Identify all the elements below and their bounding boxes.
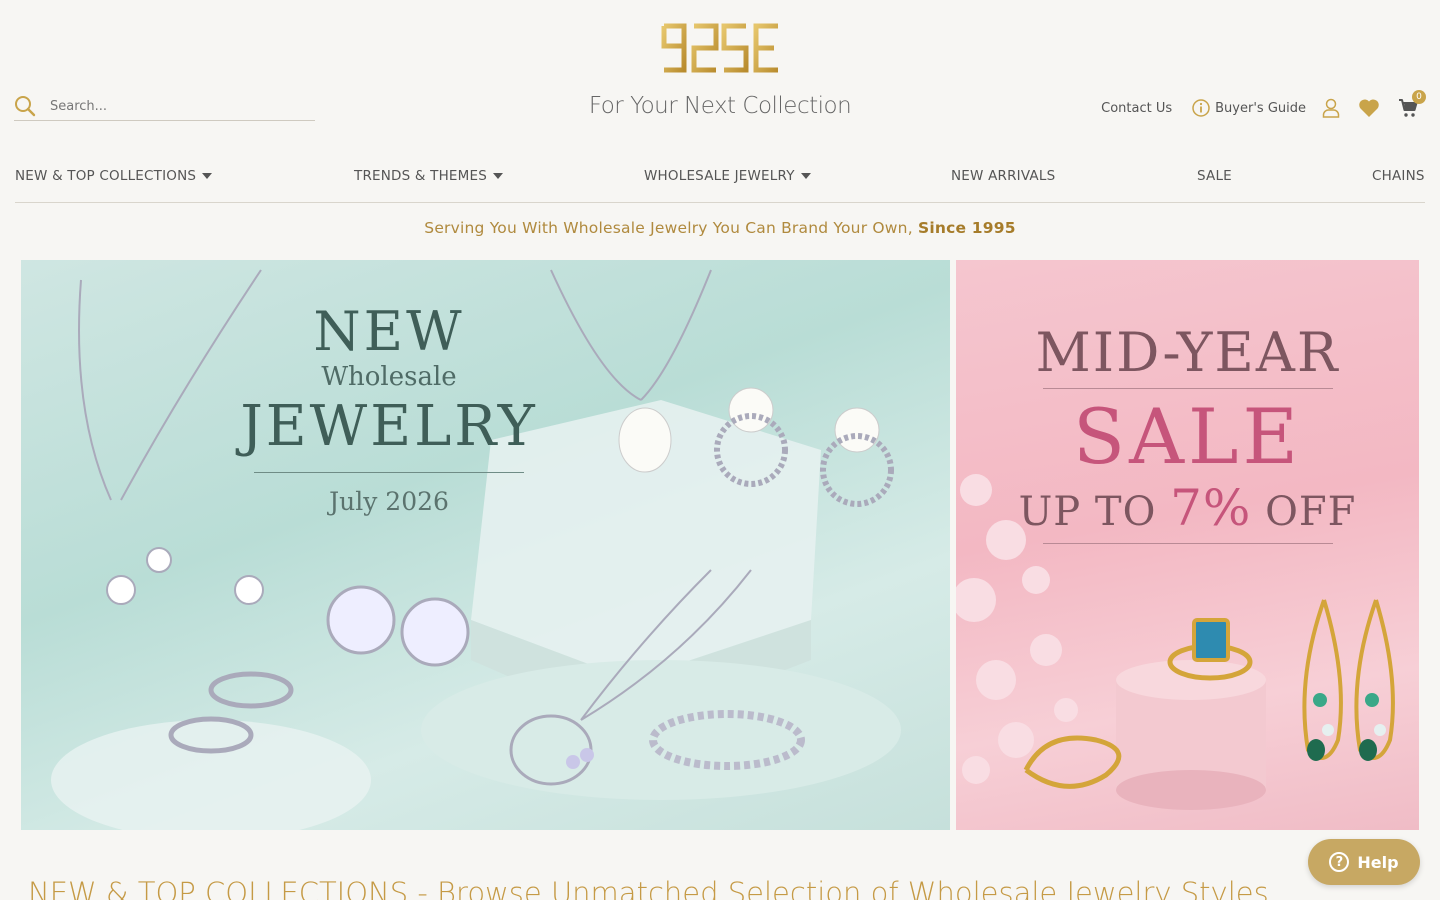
search-bar <box>14 92 315 121</box>
cart-count-badge: 0 <box>1412 90 1426 104</box>
nav-new-arrivals[interactable]: NEW ARRIVALS <box>951 168 1055 184</box>
mid-year-sale-banner[interactable]: MID-YEAR SALE UP TO 7% OFF <box>956 260 1419 830</box>
banner-right-line3: UP TO 7% OFF <box>956 479 1419 537</box>
banner-left-line3: JEWELRY <box>240 394 538 459</box>
banner-right-divider-bottom <box>1042 543 1333 544</box>
question-icon: ? <box>1329 852 1350 872</box>
nav-label: CHAINS <box>1372 168 1425 184</box>
banner-left-title: NEW Wholesale JEWELRY July 2026 <box>239 300 539 517</box>
tagline: For Your Next Collection <box>588 93 852 119</box>
buyers-guide-label: Buyer's Guide <box>1215 100 1306 116</box>
nav-wholesale-jewelry[interactable]: WHOLESALE JEWELRY <box>644 168 811 184</box>
contact-us-link[interactable]: Contact Us <box>1101 101 1172 116</box>
section-heading: NEW & TOP COLLECTIONS - Browse Unmatched… <box>28 876 1269 900</box>
cart-button[interactable]: 0 <box>1398 90 1426 118</box>
banner-right-suffix: OFF <box>1251 489 1357 535</box>
promo-line: Serving You With Wholesale Jewelry You C… <box>0 219 1440 237</box>
search-input[interactable] <box>50 98 290 114</box>
banner-left-date: July 2026 <box>329 487 449 516</box>
nav-label: NEW ARRIVALS <box>951 168 1056 184</box>
help-button[interactable]: ? Help <box>1308 839 1420 885</box>
banner-left-divider <box>254 472 524 473</box>
caret-down-icon <box>800 173 811 179</box>
banner-right-prefix: UP TO <box>1018 489 1171 535</box>
brand-logo[interactable] <box>658 18 782 78</box>
caret-down-icon <box>493 173 504 179</box>
caret-down-icon <box>202 173 213 179</box>
banner-left-line2: Wholesale <box>321 362 457 392</box>
wishlist-heart-icon[interactable] <box>1358 98 1380 118</box>
nav-sale[interactable]: SALE <box>1197 168 1232 184</box>
nav-label: TRENDS & THEMES <box>354 168 488 184</box>
banner-right-value: 7% <box>1170 479 1252 537</box>
nav-label: SALE <box>1197 168 1232 184</box>
promo-text: Serving You With Wholesale Jewelry You C… <box>424 219 918 237</box>
banner-right-line2: SALE <box>1073 392 1302 481</box>
nav-label: WHOLESALE JEWELRY <box>644 168 795 184</box>
account-icon[interactable] <box>1322 98 1340 118</box>
new-jewelry-banner[interactable]: NEW Wholesale JEWELRY July 2026 <box>21 260 950 830</box>
search-icon[interactable] <box>14 95 36 117</box>
banner-right-title: MID-YEAR SALE UP TO 7% OFF <box>956 322 1419 544</box>
banner-right-line1: MID-YEAR <box>1035 321 1340 384</box>
nav-chains[interactable]: CHAINS <box>1372 168 1425 184</box>
nav-trends-themes[interactable]: TRENDS & THEMES <box>354 168 504 184</box>
promo-emphasis: Since 1995 <box>917 219 1016 237</box>
banner-right-divider <box>1042 388 1333 389</box>
nav-new-top-collections[interactable]: NEW & TOP COLLECTIONS <box>15 168 213 184</box>
main-nav: NEW & TOP COLLECTIONS TRENDS & THEMES WH… <box>15 160 1425 203</box>
info-icon <box>1192 99 1210 117</box>
buyers-guide-link[interactable]: Buyer's Guide <box>1192 99 1306 117</box>
banner-left-line1: NEW <box>313 300 465 363</box>
utility-nav: Contact Us Buyer's Guide 0 <box>1101 90 1426 118</box>
help-label: Help <box>1357 852 1399 872</box>
nav-label: NEW & TOP COLLECTIONS <box>15 168 197 184</box>
